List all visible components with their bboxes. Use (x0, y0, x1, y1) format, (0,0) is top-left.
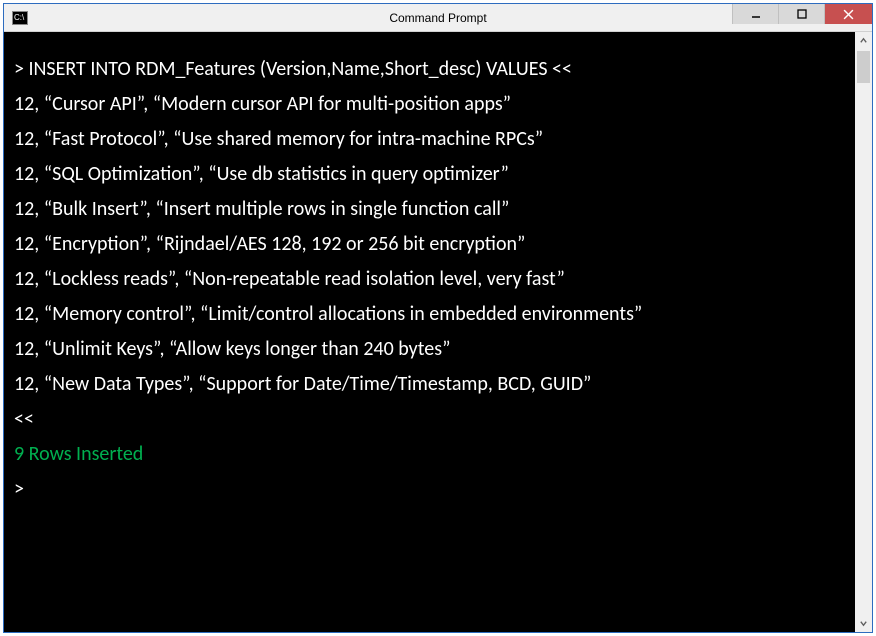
data-row: 12, “Fast Protocol”, “Use shared memory … (14, 122, 849, 157)
client-area: > INSERT INTO RDM_Features (Version,Name… (4, 32, 872, 632)
data-row: 12, “New Data Types”, “Support for Date/… (14, 367, 849, 402)
data-row: 12, “Bulk Insert”, “Insert multiple rows… (14, 192, 849, 227)
data-row: 12, “Memory control”, “Limit/control all… (14, 297, 849, 332)
sql-command-line: > INSERT INTO RDM_Features (Version,Name… (14, 52, 849, 87)
status-message: 9 Rows Inserted (14, 437, 849, 472)
maximize-button[interactable] (778, 4, 824, 24)
scroll-track[interactable] (855, 49, 872, 615)
data-row: 12, “Unlimit Keys”, “Allow keys longer t… (14, 332, 849, 367)
scroll-thumb[interactable] (857, 51, 870, 83)
close-button[interactable] (824, 4, 872, 24)
window-title: Command Prompt (389, 11, 486, 25)
data-row: 12, “Encryption”, “Rijndael/AES 128, 192… (14, 227, 849, 262)
scroll-up-arrow-icon[interactable] (855, 32, 872, 49)
data-row: 12, “Lockless reads”, “Non-repeatable re… (14, 262, 849, 297)
command-prompt-window: C:\ Command Prompt > INSERT INTO RDM_Fea… (3, 3, 873, 633)
terminator-line: << (14, 402, 849, 437)
prompt-line: > (14, 472, 849, 507)
vertical-scrollbar[interactable] (855, 32, 872, 632)
minimize-button[interactable] (732, 4, 778, 24)
window-controls (732, 4, 872, 31)
data-row: 12, “SQL Optimization”, “Use db statisti… (14, 157, 849, 192)
data-row: 12, “Cursor API”, “Modern cursor API for… (14, 87, 849, 122)
app-icon: C:\ (12, 11, 28, 25)
console-output[interactable]: > INSERT INTO RDM_Features (Version,Name… (4, 32, 855, 632)
scroll-down-arrow-icon[interactable] (855, 615, 872, 632)
titlebar[interactable]: C:\ Command Prompt (4, 4, 872, 32)
